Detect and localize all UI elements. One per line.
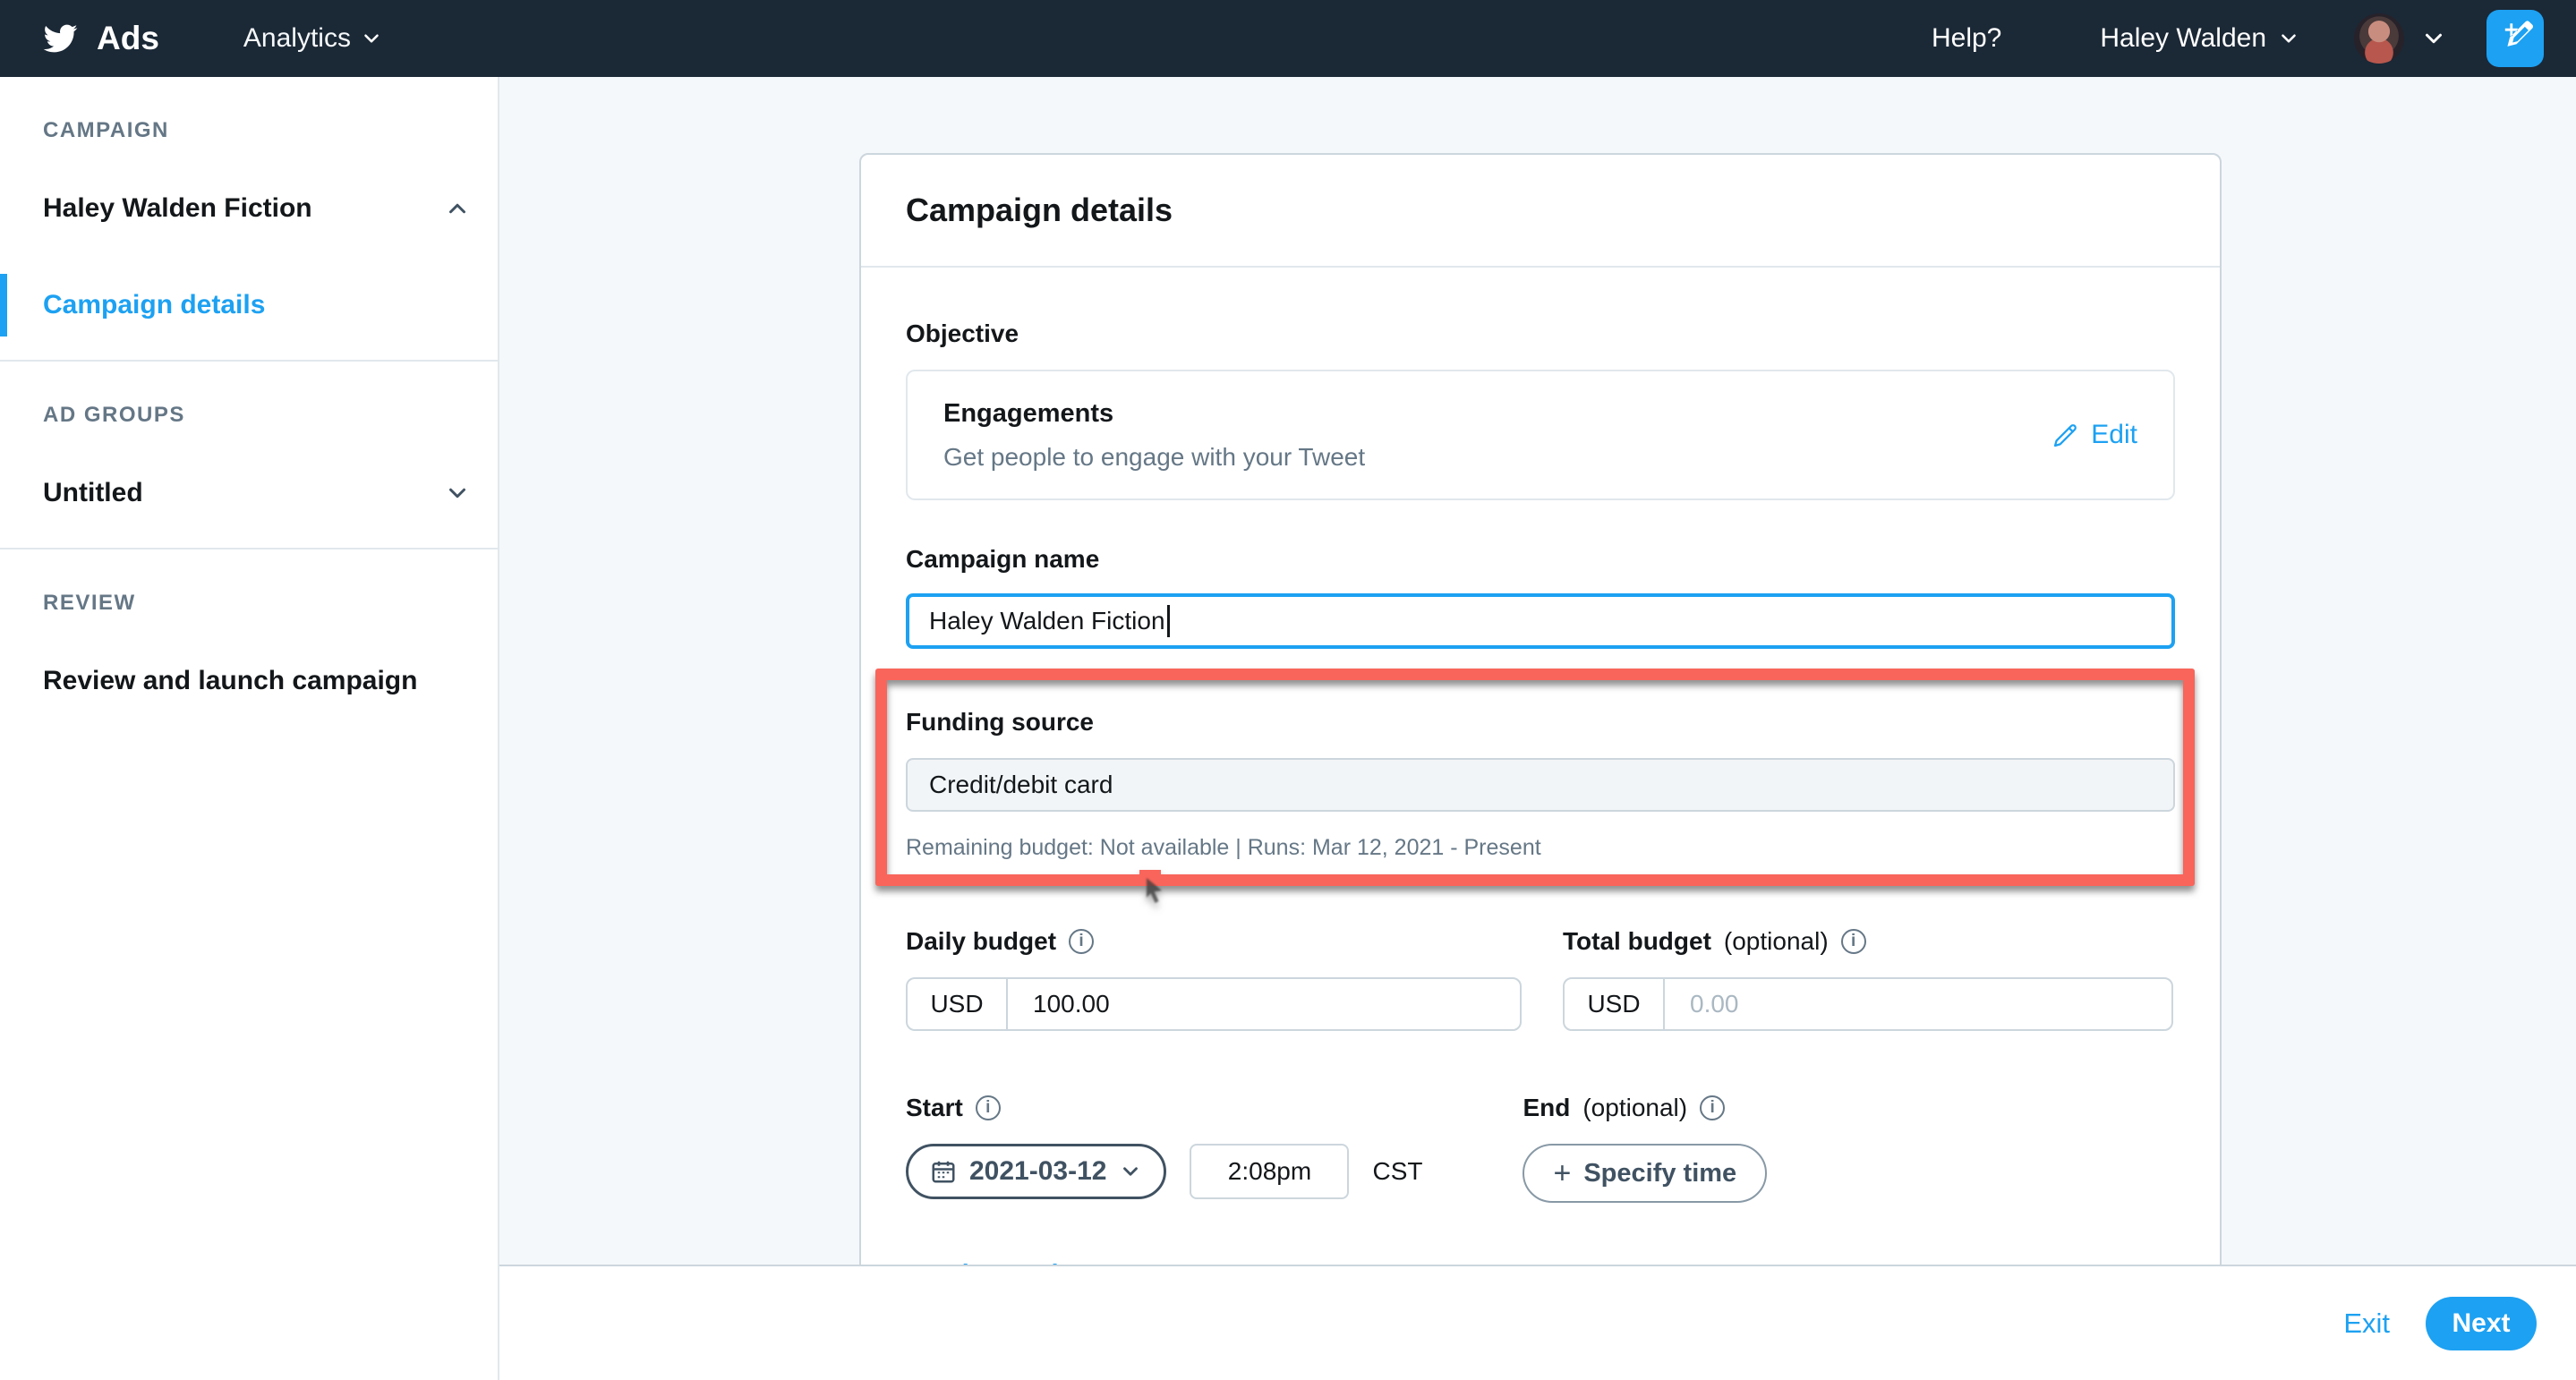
sidebar-divider [0,360,498,362]
specify-time-label: Specify time [1583,1159,1736,1188]
end-label: End [1523,1094,1570,1122]
sidebar-item-review-launch[interactable]: Review and launch campaign [0,650,498,712]
left-sidebar: CAMPAIGN Haley Walden Fiction Campaign d… [0,77,499,1380]
objective-box: Engagements Get people to engage with yo… [906,370,2175,500]
ad-group-label: Untitled [43,478,143,508]
analytics-menu[interactable]: Analytics [243,23,383,54]
main-content: Campaign details Objective Engagements G… [499,77,2576,1265]
sidebar-item-campaign-details[interactable]: Campaign details [0,274,498,336]
total-budget-group: Total budget (optional) i USD 0.00 [1563,927,2173,1031]
objective-name: Engagements [943,399,1365,429]
chevron-down-icon [360,27,383,50]
account-name-label: Haley Walden [2100,23,2266,54]
analytics-menu-label: Analytics [243,23,351,54]
end-group: End (optional) i + Specify time [1523,1094,1767,1203]
total-budget-label: Total budget [1563,927,1711,956]
chevron-down-icon [444,480,471,507]
objective-label: Objective [906,319,2175,348]
avatar[interactable] [2354,13,2404,64]
edit-label: Edit [2091,420,2137,450]
page-title: Campaign details [906,192,1173,229]
ads-brand-label: Ads [97,20,159,57]
specify-end-time-button[interactable]: + Specify time [1523,1144,1767,1203]
start-date-value: 2021-03-12 [969,1156,1106,1187]
campaign-name-value: Haley Walden Fiction [929,607,1165,635]
account-menu[interactable]: Haley Walden [2100,23,2300,54]
start-group: Start i 2021-03-12 [906,1094,1422,1203]
chevron-up-icon [444,195,471,222]
daily-budget-label: Daily budget [906,927,1056,956]
chevron-down-icon [1119,1160,1142,1183]
funding-source-value: Credit/debit card [929,771,1113,799]
start-date-picker[interactable]: 2021-03-12 [906,1144,1166,1199]
mouse-cursor-icon [1143,877,1166,910]
sidebar-item-ad-group-untitled[interactable]: Untitled [0,462,498,524]
total-budget-optional-label: (optional) [1724,927,1829,956]
funding-source-section: Funding source Credit/debit card Remaini… [906,708,2175,861]
sidebar-divider [0,548,498,549]
daily-budget-input: USD 100.00 [906,977,1522,1031]
annotation-cursor-marker [1139,870,1161,886]
campaign-name-label: Campaign name [906,545,2175,574]
funding-source-note: Remaining budget: Not available | Runs: … [906,835,2175,861]
compose-tweet-button[interactable] [2486,10,2544,67]
campaign-name-input[interactable]: Haley Walden Fiction [906,593,2175,649]
info-icon[interactable]: i [1700,1095,1725,1120]
currency-label: USD [1565,979,1665,1029]
start-label: Start [906,1094,963,1122]
start-time-input[interactable]: 2:08pm [1190,1144,1349,1199]
next-button[interactable]: Next [2426,1297,2537,1350]
pencil-icon [2051,421,2080,449]
sidebar-item-campaign-name[interactable]: Haley Walden Fiction [0,177,498,240]
end-optional-label: (optional) [1582,1094,1687,1122]
funding-source-label: Funding source [906,708,2175,737]
calendar-icon [930,1158,957,1185]
exit-link[interactable]: Exit [2343,1308,2390,1340]
currency-label: USD [908,979,1008,1029]
compose-feather-icon [2496,20,2534,57]
info-icon[interactable]: i [1841,929,1866,954]
chevron-down-icon [2277,27,2300,50]
campaign-name-label: Haley Walden Fiction [43,193,312,224]
text-caret [1167,605,1170,637]
top-navbar: Ads Analytics Help? Haley Walden [0,0,2576,77]
avatar-chevron-down-icon[interactable] [2420,25,2447,52]
plus-icon: + [1553,1156,1571,1191]
help-link[interactable]: Help? [1932,23,2001,54]
timezone-label: CST [1372,1157,1422,1186]
campaign-details-label: Campaign details [43,290,265,320]
campaign-details-card: Campaign details Objective Engagements G… [859,153,2222,1265]
sidebar-section-review: REVIEW [43,591,498,616]
funding-source-field: Credit/debit card [906,758,2175,812]
daily-budget-group: Daily budget i USD 100.00 [906,927,1522,1031]
edit-objective-button[interactable]: Edit [2051,420,2137,450]
info-icon[interactable]: i [1069,929,1094,954]
review-launch-label: Review and launch campaign [43,666,417,696]
total-budget-amount-field[interactable]: 0.00 [1665,979,2171,1029]
sidebar-section-ad-groups: AD GROUPS [43,403,498,428]
daily-budget-amount-field[interactable]: 100.00 [1008,979,1520,1029]
start-time-value: 2:08pm [1228,1157,1311,1186]
bottom-action-bar: Exit Next [499,1265,2576,1380]
info-icon[interactable]: i [976,1095,1001,1120]
objective-description: Get people to engage with your Tweet [943,443,1365,472]
twitter-logo-icon [39,21,81,56]
card-header: Campaign details [861,155,2220,268]
total-budget-input: USD 0.00 [1563,977,2173,1031]
sidebar-section-campaign: CAMPAIGN [43,118,498,143]
